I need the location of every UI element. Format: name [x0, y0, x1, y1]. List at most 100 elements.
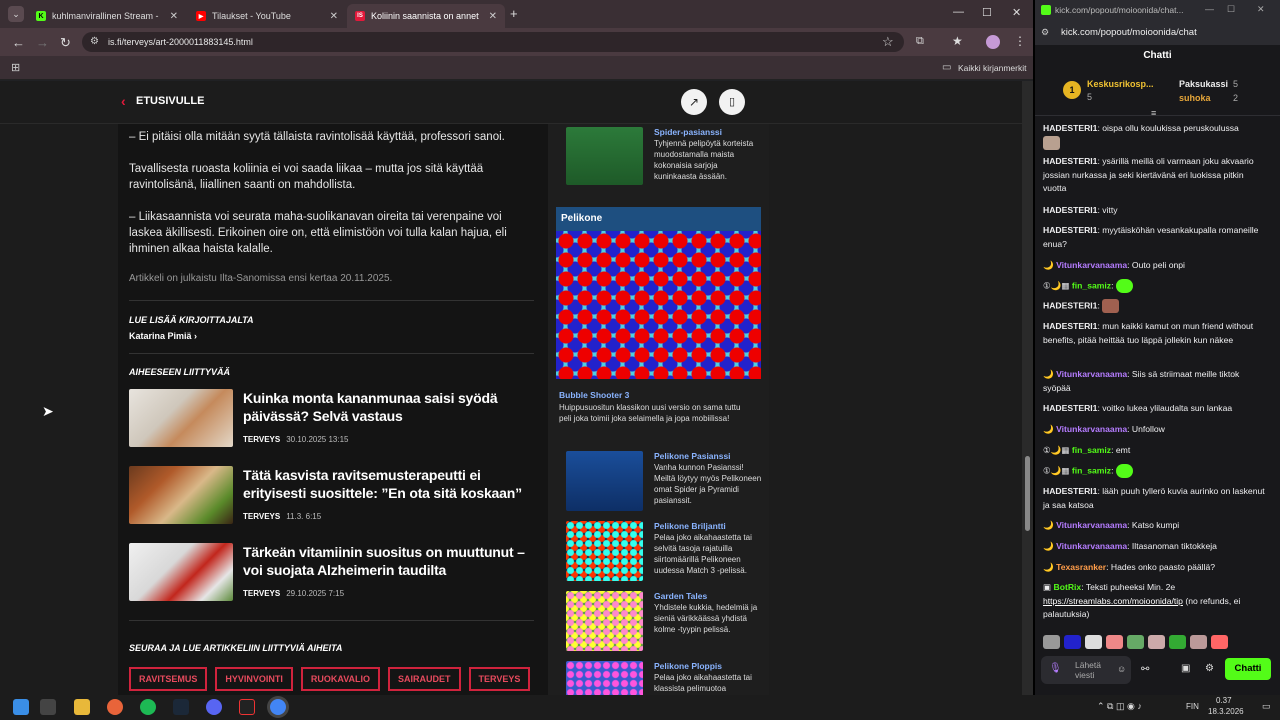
back-to-front-page-link[interactable]: ETUSIVULLE: [136, 95, 204, 107]
discord-icon[interactable]: [206, 699, 222, 715]
chat-message: HADESTERI1: myytäisköhän vesankakupalla …: [1043, 225, 1259, 249]
tag-ruokavalio[interactable]: RUOKAVALIO: [300, 667, 381, 691]
settings-gear-icon[interactable]: ⚙: [1205, 663, 1214, 674]
microphone-icon[interactable]: 🎙: [1049, 663, 1062, 674]
file-explorer-icon[interactable]: [74, 699, 90, 715]
game-title[interactable]: Pelikone Pasianssi: [654, 451, 731, 461]
tag-hyvinvointi[interactable]: HYVINVOINTI: [215, 667, 293, 691]
send-chat-button[interactable]: Chatti: [1225, 658, 1271, 680]
emote-icon[interactable]: [1169, 635, 1186, 649]
close-tab-icon[interactable]: ✕: [170, 11, 178, 22]
language-indicator[interactable]: FIN: [1186, 702, 1199, 711]
featured-game-title[interactable]: Bubble Shooter 3: [559, 390, 629, 400]
leader-count: 5: [1087, 92, 1093, 102]
chat-message: 🌙 Vitunkarvanaama: Outo peli onpi: [1043, 260, 1185, 270]
game-title[interactable]: Pelikone Ploppis: [654, 661, 722, 671]
extensions-icon[interactable]: ⧉: [916, 35, 924, 48]
site-info-icon[interactable]: ⚙: [1041, 27, 1049, 38]
scrollbar-thumb[interactable]: [1025, 456, 1030, 531]
emote-icon[interactable]: [1190, 635, 1207, 649]
badge-icon: 🌙: [1043, 260, 1054, 270]
kick-logo-icon: [1041, 5, 1051, 15]
author-link[interactable]: Katarina Pimiä ›: [129, 331, 197, 341]
back-icon[interactable]: ←: [12, 35, 25, 50]
article-title[interactable]: Tätä kasvista ravitsemusterapeutti ei er…: [243, 466, 533, 502]
close-window-icon[interactable]: ✕: [1257, 4, 1265, 15]
maximize-icon[interactable]: ☐: [1227, 4, 1235, 15]
emote-icon[interactable]: [1043, 635, 1060, 649]
gift-icon[interactable]: ▣: [1181, 663, 1190, 674]
tab-search-button[interactable]: ⌄: [8, 6, 24, 22]
steam-icon[interactable]: [173, 699, 189, 715]
new-tab-button[interactable]: +: [510, 6, 518, 21]
expand-icon[interactable]: ≡: [1151, 108, 1156, 118]
emote-icon[interactable]: [1064, 635, 1081, 649]
badge-icon: ①🌙▦: [1043, 280, 1070, 291]
tag-ravitsemus[interactable]: RAVITSEMUS: [129, 667, 208, 691]
game-title[interactable]: Pelikone Briljantti: [654, 521, 726, 531]
bookmark-star-icon[interactable]: ☆: [882, 34, 894, 50]
tray-icons[interactable]: ⌃ ⧉ ◫ ◉ ♪: [1097, 701, 1142, 712]
spotify-icon[interactable]: [140, 699, 156, 715]
notifications-icon[interactable]: ▭: [1262, 701, 1271, 712]
page-scrollbar[interactable]: [1022, 81, 1033, 695]
related-article[interactable]: Tätä kasvista ravitsemusterapeutti ei er…: [129, 466, 529, 526]
close-window-icon[interactable]: ✕: [1012, 6, 1021, 19]
emote-icon[interactable]: [1148, 635, 1165, 649]
game-title[interactable]: Garden Tales: [654, 591, 707, 601]
profile-avatar[interactable]: [986, 35, 1000, 49]
tab-is-article[interactable]: IS Koliinin saannista on annettu e ✕: [347, 4, 505, 28]
tip-link[interactable]: https://streamlabs.com/moioonida/tip: [1043, 596, 1183, 606]
emote-icon[interactable]: [1106, 635, 1123, 649]
popup-url[interactable]: kick.com/popout/moioonida/chat: [1061, 27, 1197, 38]
tab-kick[interactable]: K kuhlmanvirallinen Stream - Wat ✕: [28, 4, 186, 28]
url-text[interactable]: is.fi/terveys/art-2000011883145.html: [108, 37, 253, 47]
leader-name[interactable]: suhoka: [1179, 93, 1211, 103]
share-button[interactable]: ↗: [681, 89, 707, 115]
minimize-icon[interactable]: —: [953, 6, 964, 18]
badge-icon: 🌙: [1043, 562, 1054, 572]
clock-date[interactable]: 18.3.2026: [1208, 707, 1244, 716]
site-info-icon[interactable]: ⚙: [90, 36, 99, 47]
leader-name[interactable]: Paksukassi: [1179, 79, 1228, 89]
follow-heading: SEURAA JA LUE ARTIKKELIIN LIITTYVIÄ AIHE…: [129, 643, 343, 653]
firefox-icon[interactable]: [107, 699, 123, 715]
chrome-icon[interactable]: [270, 699, 286, 715]
forward-icon[interactable]: →: [36, 35, 49, 50]
emote-icon[interactable]: [1127, 635, 1144, 649]
app-icon[interactable]: [239, 699, 255, 715]
clock-time[interactable]: 0.37: [1216, 696, 1232, 705]
game-description: Pelaa joko aikahaastetta tai selvitä tas…: [654, 533, 752, 575]
related-article[interactable]: Kuinka monta kananmunaa saisi syödä päiv…: [129, 389, 529, 449]
apps-grid-icon[interactable]: ⊞: [11, 61, 20, 74]
article-title[interactable]: Kuinka monta kananmunaa saisi syödä päiv…: [243, 389, 533, 425]
chat-username[interactable]: HADESTERI1: [1043, 123, 1097, 133]
emote-icon[interactable]: [1211, 635, 1228, 649]
leader-name[interactable]: Keskusrikosp...: [1087, 79, 1154, 89]
frog-emote-icon: [1115, 279, 1133, 293]
badge-icon: 🌙: [1043, 541, 1054, 551]
bookmark-button[interactable]: ▯: [719, 89, 745, 115]
tag-terveys[interactable]: TERVEYS: [468, 667, 531, 691]
bubble-shooter-thumbnail[interactable]: [556, 231, 761, 379]
all-bookmarks-label[interactable]: Kaikki kirjanmerkit: [958, 63, 1027, 73]
close-tab-icon[interactable]: ✕: [330, 11, 338, 22]
emoji-icon[interactable]: ☺: [1117, 664, 1126, 674]
chat-input[interactable]: 🎙 Lähetä viesti ☺: [1041, 656, 1131, 684]
tab-youtube[interactable]: ▶ Tilaukset - YouTube ✕: [188, 4, 346, 28]
minimize-icon[interactable]: —: [1205, 4, 1214, 14]
article-title[interactable]: Tärkeän vitamiinin suositus on muuttunut…: [243, 543, 533, 579]
task-view-icon[interactable]: [40, 699, 56, 715]
is-favicon-icon: IS: [355, 11, 365, 21]
windows-start-icon[interactable]: [13, 699, 29, 715]
close-tab-icon[interactable]: ✕: [489, 11, 497, 22]
reload-icon[interactable]: ↻: [60, 35, 71, 51]
bookmarks-star-icon[interactable]: ★: [952, 34, 963, 48]
emote-icon[interactable]: [1085, 635, 1102, 649]
menu-icon[interactable]: ⋮: [1014, 34, 1026, 48]
game-title[interactable]: Spider-pasianssi: [654, 127, 722, 137]
related-article[interactable]: Tärkeän vitamiinin suositus on muuttunut…: [129, 543, 529, 603]
link-icon[interactable]: ⚯: [1141, 664, 1149, 675]
tag-sairaudet[interactable]: SAIRAUDET: [388, 667, 461, 691]
maximize-icon[interactable]: ☐: [982, 6, 992, 19]
